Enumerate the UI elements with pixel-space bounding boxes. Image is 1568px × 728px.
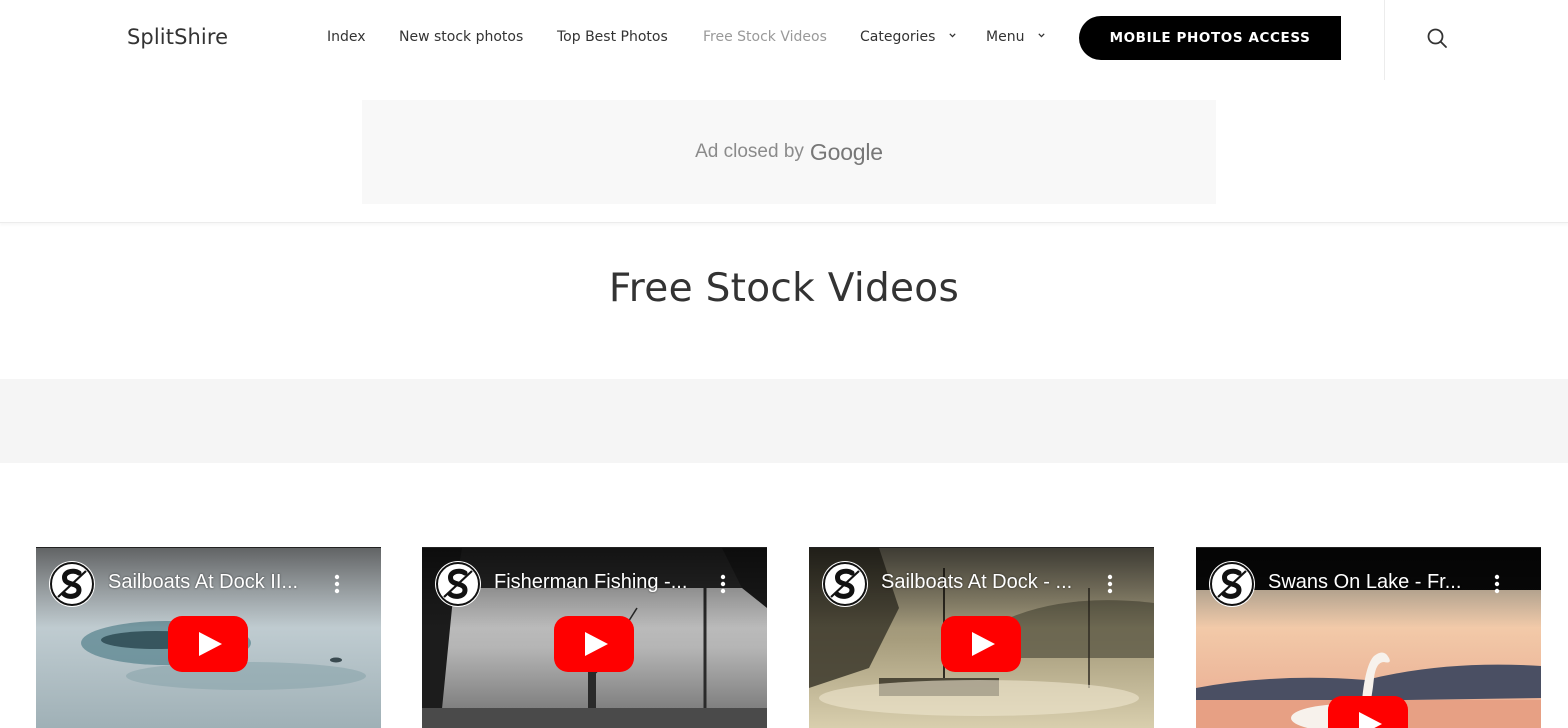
video-title[interactable]: Swans On Lake - Fr... <box>1268 571 1486 594</box>
ad-closed-text: Ad closed by <box>695 141 804 162</box>
page-title: Free Stock Videos <box>608 266 960 311</box>
grey-band <box>0 379 1568 463</box>
video-card-3[interactable]: Sailboats At Dock - ... <box>809 547 1154 728</box>
chevron-down-icon <box>1038 33 1045 38</box>
search-icon <box>1427 28 1447 48</box>
youtube-play-icon[interactable] <box>168 616 248 672</box>
youtube-play-icon[interactable] <box>941 616 1021 672</box>
more-options-icon[interactable] <box>1489 572 1505 596</box>
header-divider <box>1384 0 1385 80</box>
splitshire-logo-icon <box>1210 562 1254 606</box>
nav-item-top-best-photos[interactable]: Top Best Photos <box>557 29 668 45</box>
more-options-icon[interactable] <box>329 572 345 596</box>
video-title[interactable]: Fisherman Fishing -... <box>494 571 712 594</box>
nav-item-label: Categories <box>860 29 936 45</box>
video-card-1[interactable]: Sailboats At Dock II... <box>36 547 381 728</box>
nav-item-menu[interactable]: Menu <box>986 29 1045 45</box>
search-button[interactable] <box>1425 26 1449 50</box>
splitshire-logo-icon <box>823 562 867 606</box>
nav-item-free-stock-videos[interactable]: Free Stock Videos <box>703 29 827 45</box>
channel-logo-icon[interactable] <box>435 561 481 607</box>
ad-section: Ad closed by Google <box>0 80 1568 223</box>
nav-item-label: Menu <box>986 29 1025 45</box>
video-card-4[interactable]: Swans On Lake - Fr... <box>1196 547 1541 728</box>
nav-item-label: Free Stock Videos <box>703 29 827 45</box>
splitshire-logo-icon <box>436 562 480 606</box>
channel-logo-icon[interactable] <box>1209 561 1255 607</box>
site-logo[interactable]: SplitShire <box>127 25 228 49</box>
google-wordmark: Google <box>809 138 883 165</box>
more-options-icon[interactable] <box>1102 572 1118 596</box>
nav-item-label: Top Best Photos <box>557 29 668 45</box>
video-title[interactable]: Sailboats At Dock II... <box>108 571 326 594</box>
mobile-photos-access-button[interactable]: MOBILE PHOTOS ACCESS <box>1079 16 1341 60</box>
nav-item-categories[interactable]: Categories <box>860 29 956 45</box>
video-title[interactable]: Sailboats At Dock - ... <box>881 571 1099 594</box>
nav-item-index[interactable]: Index <box>327 29 366 45</box>
channel-logo-icon[interactable] <box>49 561 95 607</box>
nav-item-new-stock-photos[interactable]: New stock photos <box>399 29 523 45</box>
nav-item-label: New stock photos <box>399 29 524 45</box>
cta-label: MOBILE PHOTOS ACCESS <box>1109 30 1311 46</box>
chevron-down-icon <box>949 33 956 38</box>
splitshire-logo-icon <box>50 562 94 606</box>
ad-placeholder: Ad closed by Google <box>362 100 1216 204</box>
youtube-play-icon[interactable] <box>1328 696 1408 728</box>
site-header: SplitShire Index New stock photos Top Be… <box>0 0 1568 80</box>
youtube-play-icon[interactable] <box>554 616 634 672</box>
nav-item-label: Index <box>327 29 366 45</box>
video-card-2[interactable]: Fisherman Fishing -... <box>422 547 767 728</box>
channel-logo-icon[interactable] <box>822 561 868 607</box>
more-options-icon[interactable] <box>715 572 731 596</box>
